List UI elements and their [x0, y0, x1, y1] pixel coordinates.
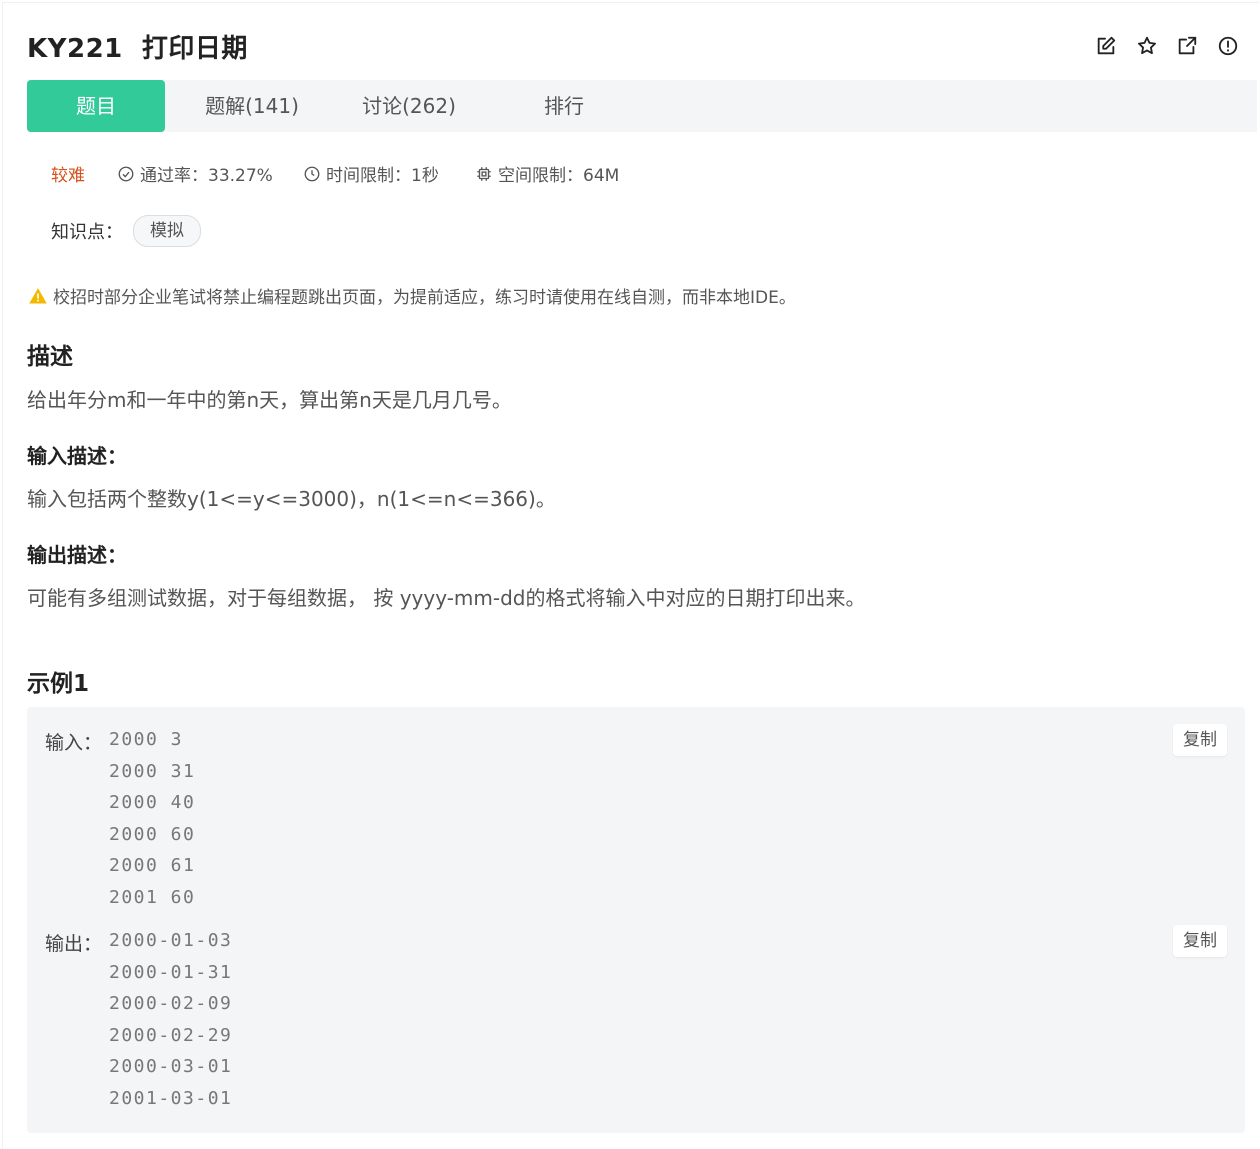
output-desc-heading: 输出描述：: [27, 543, 127, 567]
input-line: 2000 60: [109, 823, 196, 845]
star-icon[interactable]: [1135, 34, 1159, 58]
external-link-icon[interactable]: [1175, 34, 1199, 58]
memory-limit: 空间限制：64M: [475, 161, 619, 186]
time-limit: 时间限制：1秒: [303, 161, 439, 186]
example-box: 输入： 2000 3 2000 31 2000 40 2000 60 2000 …: [27, 707, 1245, 1133]
memory-limit-text: 空间限制：64M: [498, 166, 620, 186]
tab-problem[interactable]: 题目: [27, 80, 165, 132]
input-line: 2001 60: [109, 886, 196, 908]
knowledge-points: 知识点： 模拟: [51, 215, 201, 247]
clock-icon: [304, 166, 320, 181]
warning-text: 校招时部分企业笔试将禁止编程题跳出页面，为提前适应，练习时请使用在线自测，而非本…: [53, 288, 796, 308]
input-desc-text: 输入包括两个整数y(1<=y<=3000)，n(1<=n<=366)。: [27, 487, 556, 511]
output-line: 2000-01-03: [109, 930, 233, 951]
check-circle-icon: [118, 166, 134, 181]
output-lines: 2000-01-03 2000-01-31 2000-02-09 2000-02…: [109, 925, 232, 1114]
tab-solutions[interactable]: 题解(141): [182, 80, 322, 132]
input-lines: 2000 3 2000 31 2000 40 2000 60 2000 61 2…: [109, 724, 195, 913]
report-icon[interactable]: [1216, 34, 1240, 58]
toolbar-icons: [1094, 34, 1256, 58]
chip-icon: [477, 166, 491, 181]
tab-ranking[interactable]: 排行: [494, 80, 634, 132]
copy-output-button[interactable]: 复制: [1173, 925, 1227, 957]
output-line: 2001-03-01: [109, 1087, 233, 1109]
output-desc-text: 可能有多组测试数据，对于每组数据， 按 yyyy-mm-dd的格式将输入中对应的…: [27, 586, 866, 610]
output-line: 2000-02-09: [109, 993, 233, 1014]
pass-rate-text: 通过率：33.27%: [140, 166, 273, 186]
edit-icon[interactable]: [1094, 34, 1118, 58]
time-limit-text: 时间限制：1秒: [326, 166, 439, 186]
output-line: 2000-02-29: [109, 1024, 233, 1046]
input-label: 输入：: [45, 732, 103, 754]
output-line: 2000-03-01: [109, 1056, 233, 1077]
input-line: 2000 40: [109, 792, 196, 813]
difficulty-label: 较难: [51, 166, 85, 186]
description-text: 给出年分m和一年中的第n天，算出第n天是几月几号。: [27, 388, 512, 412]
input-line: 2000 31: [109, 760, 196, 782]
tab-bar: 题目 题解(141) 讨论(262) 排行: [27, 80, 1257, 132]
warning-notice: 校招时部分企业笔试将禁止编程题跳出页面，为提前适应，练习时请使用在线自测，而非本…: [28, 283, 796, 308]
output-line: 2000-01-31: [109, 961, 233, 983]
warning-icon: [29, 287, 47, 303]
output-label: 输出：: [45, 933, 103, 955]
input-line: 2000 3: [109, 729, 184, 750]
example-heading: 示例1: [27, 671, 90, 697]
tag-simulation[interactable]: 模拟: [133, 215, 201, 247]
copy-input-button[interactable]: 复制: [1173, 724, 1227, 756]
description-heading: 描述: [27, 344, 73, 370]
input-desc-heading: 输入描述：: [27, 444, 127, 468]
input-line: 2000 61: [109, 855, 196, 876]
knowledge-label: 知识点：: [51, 222, 123, 243]
pass-rate: 通过率：33.27%: [117, 161, 273, 186]
tab-discussion[interactable]: 讨论(262): [339, 80, 479, 132]
problem-title: KY221 打印日期: [27, 34, 248, 64]
